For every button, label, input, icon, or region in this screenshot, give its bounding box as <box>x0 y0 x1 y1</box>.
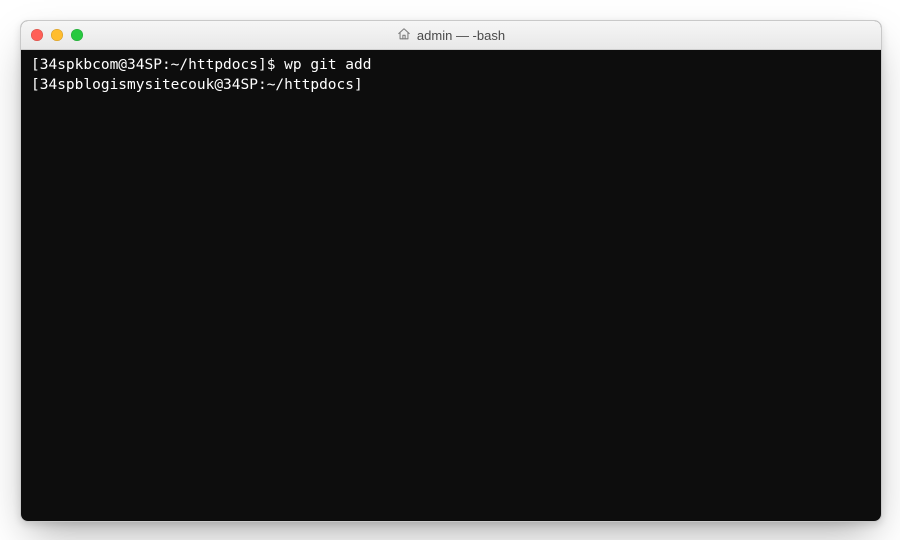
shell-command: wp git add <box>284 57 371 73</box>
close-button[interactable] <box>31 29 43 41</box>
home-icon <box>397 27 411 44</box>
zoom-button[interactable] <box>71 29 83 41</box>
shell-prompt: [34spblogismysitecouk@34SP:~/httpdocs] <box>31 77 363 93</box>
traffic-lights <box>31 29 83 41</box>
minimize-button[interactable] <box>51 29 63 41</box>
titlebar[interactable]: admin — -bash <box>21 21 881 50</box>
terminal-body[interactable]: [34spkbcom@34SP:~/httpdocs]$ wp git add[… <box>21 50 881 522</box>
shell-prompt: [34spkbcom@34SP:~/httpdocs]$ <box>31 57 275 73</box>
window-title-text: admin — -bash <box>417 28 505 43</box>
terminal-line: [34spblogismysitecouk@34SP:~/httpdocs] <box>31 76 871 96</box>
window-title: admin — -bash <box>21 21 881 49</box>
terminal-line: [34spkbcom@34SP:~/httpdocs]$ wp git add <box>31 56 871 76</box>
terminal-window: admin — -bash [34spkbcom@34SP:~/httpdocs… <box>20 20 882 522</box>
